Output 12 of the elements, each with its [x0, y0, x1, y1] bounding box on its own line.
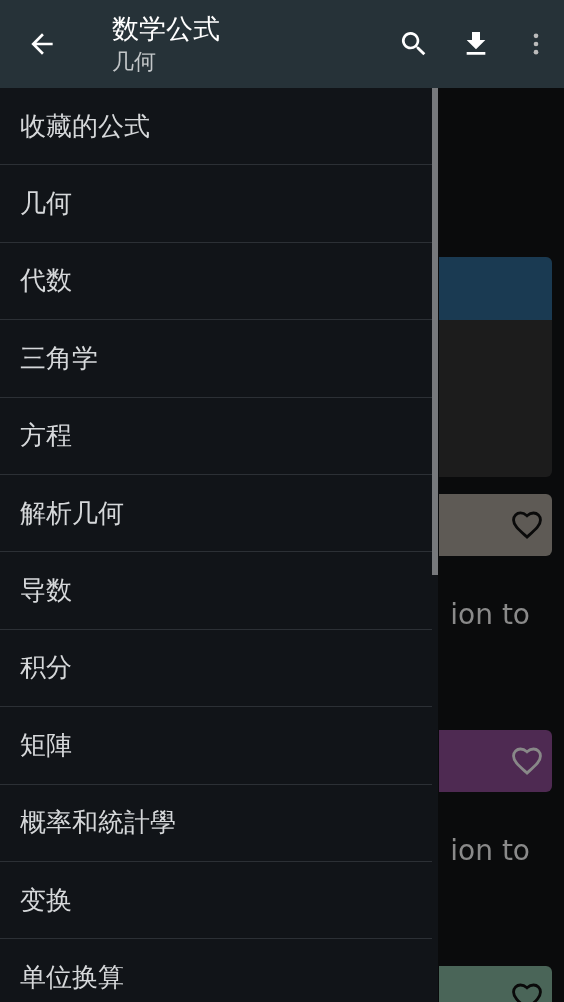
formula-card-header[interactable] — [439, 730, 552, 792]
drawer-item[interactable]: 单位换算 — [0, 939, 432, 1002]
drawer-item[interactable]: 导数 — [0, 552, 432, 630]
drawer-item[interactable]: 积分 — [0, 629, 432, 708]
card-text: ion to — [450, 597, 530, 633]
app-title: 数学公式 — [112, 12, 221, 46]
formula-card-header[interactable] — [439, 494, 552, 556]
drawer-item[interactable]: 矩陣 — [0, 707, 432, 785]
drawer-item[interactable]: 变换 — [0, 861, 432, 940]
drawer-item[interactable]: 概率和統計學 — [0, 784, 432, 862]
app-subtitle: 几何 — [112, 48, 157, 76]
card-text: ion to — [450, 833, 530, 869]
